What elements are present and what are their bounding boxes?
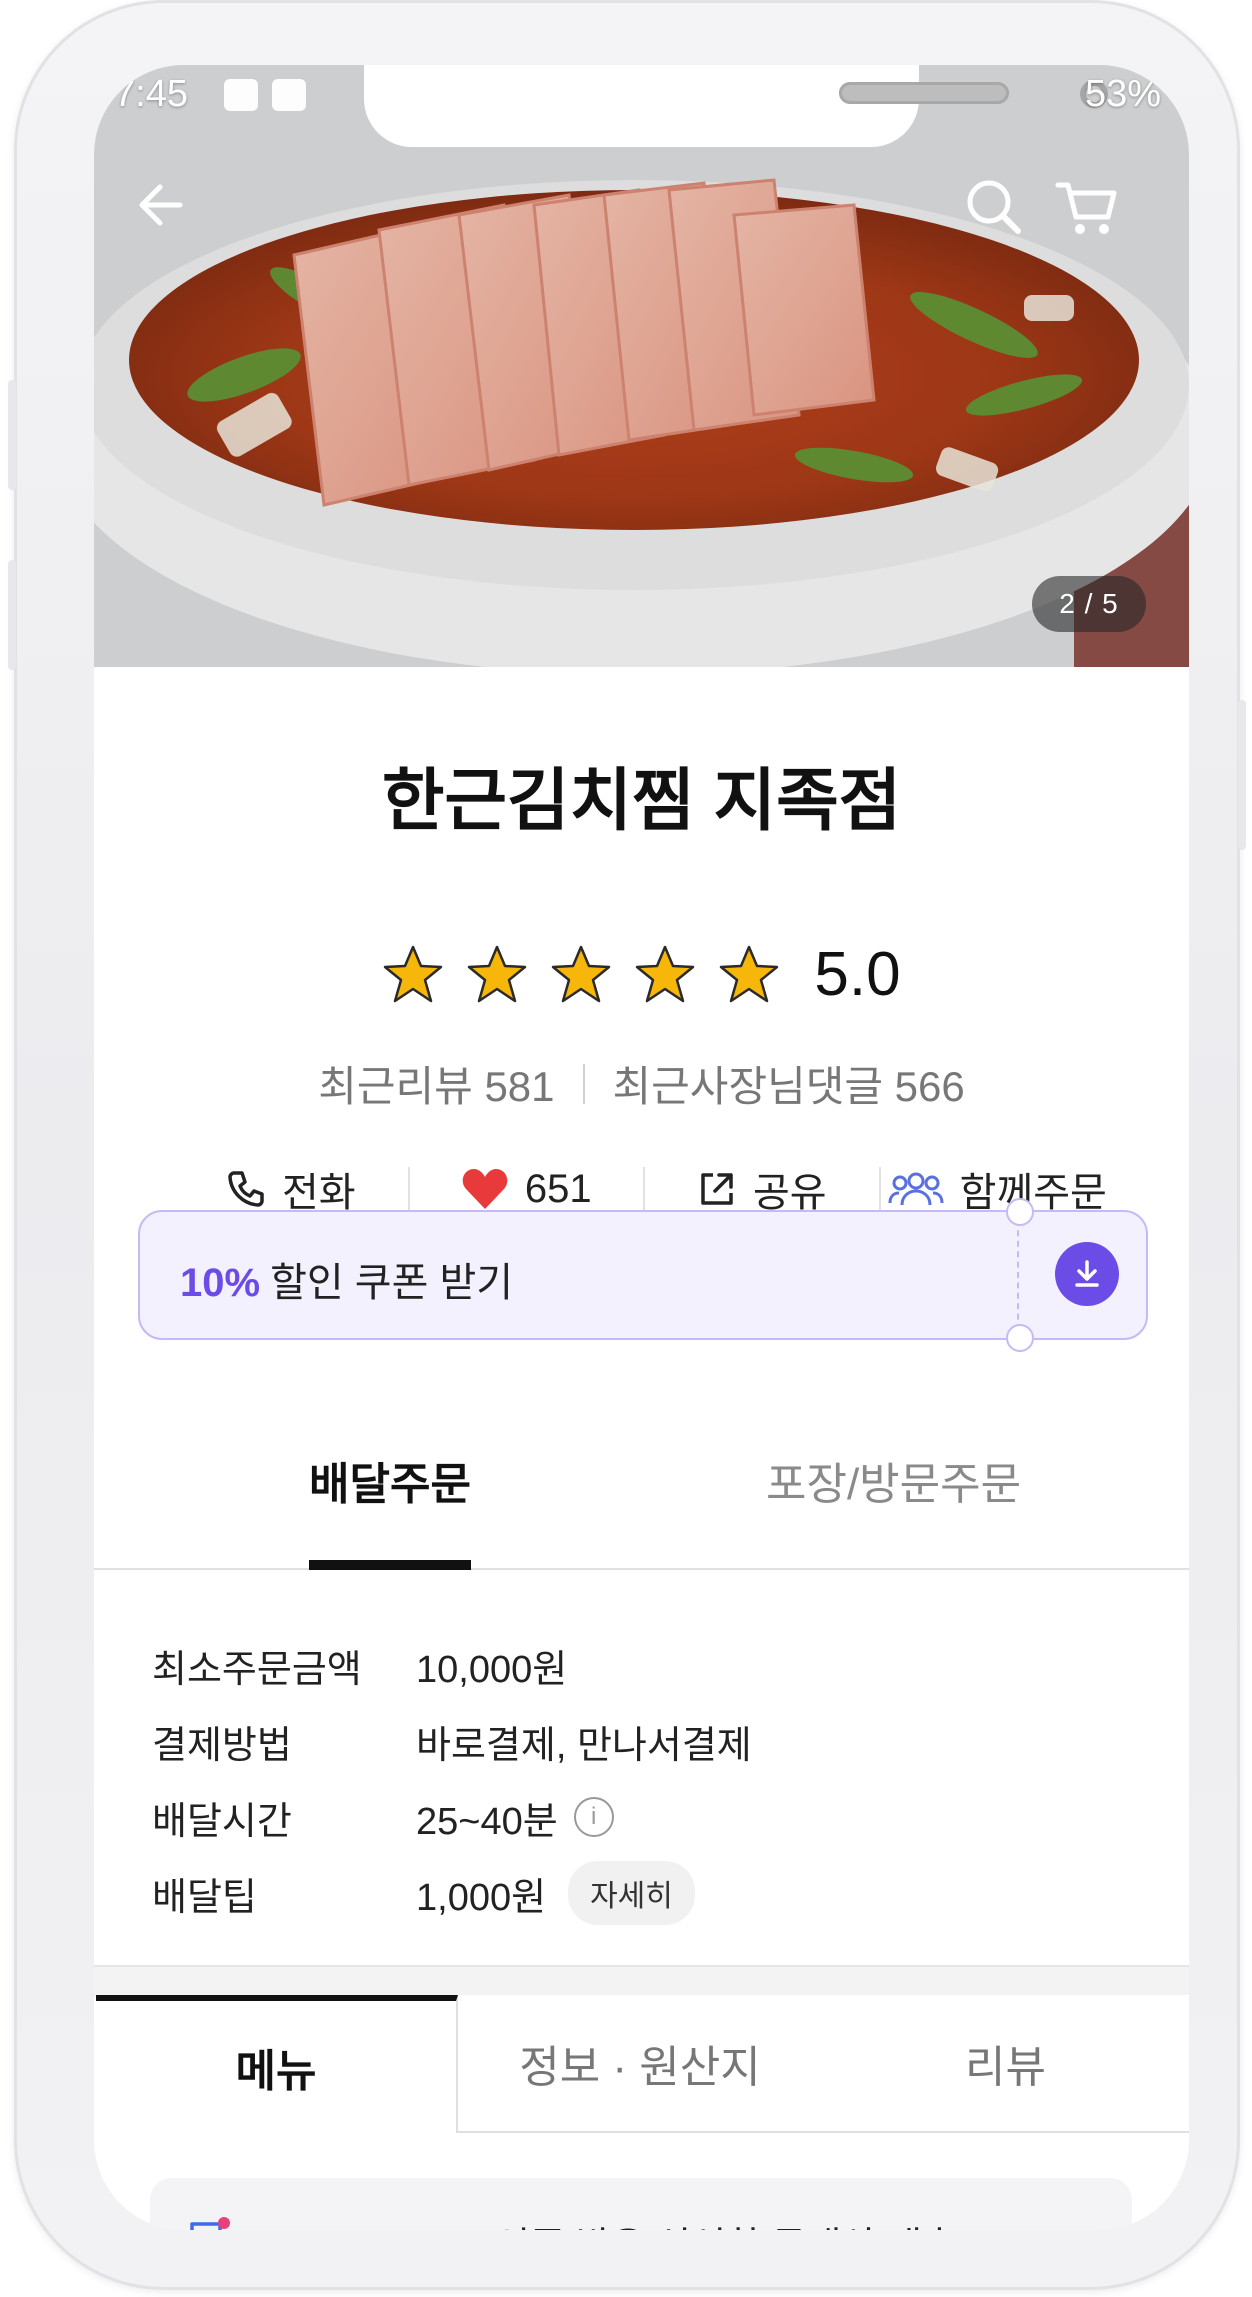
- like-count: 651: [524, 1166, 592, 1211]
- info-row-payment: 결제방법 바로결제, 만나서결제: [152, 1703, 752, 1779]
- delivery-info: 최소주문금액 10,000원 결제방법 바로결제, 만나서결제 배달시간 25~…: [152, 1627, 752, 1931]
- info-label: 배달시간: [152, 1800, 292, 1843]
- coupon-banner[interactable]: 10% 할인 쿠폰 받기: [138, 1198, 1148, 1352]
- section-divider: [94, 1965, 1189, 1997]
- coupon-label: 할인 쿠폰 받기: [270, 1261, 514, 1305]
- phone-notch: [364, 65, 1108, 147]
- info-label: 결제방법: [152, 1724, 292, 1767]
- info-value: 10,000원: [416, 1638, 567, 1693]
- info-label: 최소주문금액: [152, 1648, 362, 1691]
- delivery-tip-value: 1,000원: [416, 1876, 547, 1919]
- coupon-notch: [1006, 1198, 1034, 1226]
- info-icon[interactable]: i: [573, 1797, 614, 1837]
- owner-notice[interactable]: ʚ◡ɞ HACCP 인증 받은 신선한 국내산 배추김치를 사용합니다 ♪: [150, 2178, 1132, 2230]
- search-icon: [967, 180, 1021, 234]
- min-order-value: 10,000원: [416, 1648, 568, 1691]
- delivery-time-value: 25~40분: [416, 1800, 558, 1843]
- coupon-notch: [1006, 1324, 1034, 1352]
- store-hero-image[interactable]: 7:45 53% 2 / 5: [94, 65, 1189, 667]
- review-counts: 최근리뷰 581 최근사장님댓글 566: [94, 1053, 1189, 1114]
- info-row-delivery-tip: 배달팁 1,000원 자세히: [152, 1855, 752, 1931]
- phone-side-button: [1238, 700, 1246, 850]
- group-people-icon: [888, 1172, 944, 1206]
- star-rating: [382, 944, 780, 1006]
- delivery-tip-detail-button[interactable]: 자세히: [568, 1861, 695, 1925]
- divider: [582, 1063, 585, 1104]
- back-arrow-icon: [139, 184, 183, 226]
- phone-frame: 7:45 53% 2 / 5 한근김치찜 지족점 5.0 최근리뷰 581 최근…: [8, 0, 1246, 2290]
- coupon-divider: [1017, 1220, 1019, 1330]
- phone-side-button: [8, 560, 16, 670]
- star-icon: [636, 945, 695, 1002]
- tab-pickup-order[interactable]: 포장/방문주문: [766, 1450, 1021, 1568]
- image-pager-indicator: 2 / 5: [1032, 576, 1146, 632]
- coupon-percent: 10%: [180, 1261, 261, 1305]
- rating-row: 5.0: [94, 939, 1189, 1010]
- info-row-min-order: 최소주문금액 10,000원: [152, 1627, 752, 1703]
- coupon-text: 10% 할인 쿠폰 받기: [180, 1250, 513, 1308]
- store-section-tabs: 메뉴 정보 · 원산지 리뷰: [94, 1995, 1189, 2133]
- coupon-download-button[interactable]: [1055, 1242, 1119, 1306]
- notice-text: ʚ◡ɞ HACCP 인증 받은 신선한 국내산 배추김치를 사용합니다 ♪: [270, 2218, 990, 2230]
- tab-menu[interactable]: 메뉴: [96, 1995, 458, 2133]
- heart-icon: [462, 1169, 508, 1209]
- star-icon: [468, 945, 527, 1002]
- status-battery: 53%: [1084, 73, 1161, 115]
- info-row-delivery-time: 배달시간 25~40분 i: [152, 1779, 752, 1855]
- tab-reviews[interactable]: 리뷰: [822, 1995, 1189, 2133]
- info-value: 25~40분 i: [416, 1790, 614, 1845]
- payment-value: 바로결제, 만나서결제: [416, 1724, 752, 1767]
- tab-info-origin[interactable]: 정보 · 원산지: [458, 1995, 822, 2133]
- rating-value: 5.0: [814, 940, 901, 1009]
- recent-reviews-link[interactable]: 최근리뷰 581: [318, 1053, 554, 1114]
- status-notification-icons: [224, 79, 306, 111]
- back-button[interactable]: [134, 177, 208, 251]
- notice-chat-icon: [190, 2217, 230, 2230]
- info-value: 바로결제, 만나서결제: [416, 1714, 752, 1769]
- info-label: 배달팁: [152, 1876, 257, 1919]
- earpiece-speaker: [839, 82, 1009, 104]
- like-button[interactable]: 651: [410, 1167, 644, 1212]
- cube-icon: [224, 79, 258, 111]
- store-name: 한근김치찜 지족점: [381, 763, 902, 839]
- info-value: 1,000원 자세히: [416, 1861, 695, 1925]
- status-time: 7:45: [114, 73, 188, 115]
- cart-icon: [1055, 182, 1117, 234]
- share-icon: [701, 1173, 733, 1205]
- phone-side-button: [8, 380, 16, 490]
- owner-replies-link[interactable]: 최근사장님댓글 566: [613, 1053, 965, 1114]
- star-icon: [720, 945, 779, 1002]
- phone-icon: [228, 1171, 264, 1207]
- download-icon: [1075, 1260, 1099, 1287]
- cart-button[interactable]: [1054, 177, 1128, 251]
- star-icon: [552, 945, 611, 1002]
- food-photo: [94, 65, 1189, 667]
- tab-delivery-order[interactable]: 배달주문: [309, 1450, 471, 1570]
- app-screen: 7:45 53% 2 / 5 한근김치찜 지족점 5.0 최근리뷰 581 최근…: [94, 65, 1189, 2230]
- image-icon: [272, 79, 306, 111]
- order-type-tabs: 배달주문 포장/방문주문: [94, 1450, 1189, 1570]
- search-button[interactable]: [964, 177, 1038, 251]
- star-icon: [384, 945, 443, 1002]
